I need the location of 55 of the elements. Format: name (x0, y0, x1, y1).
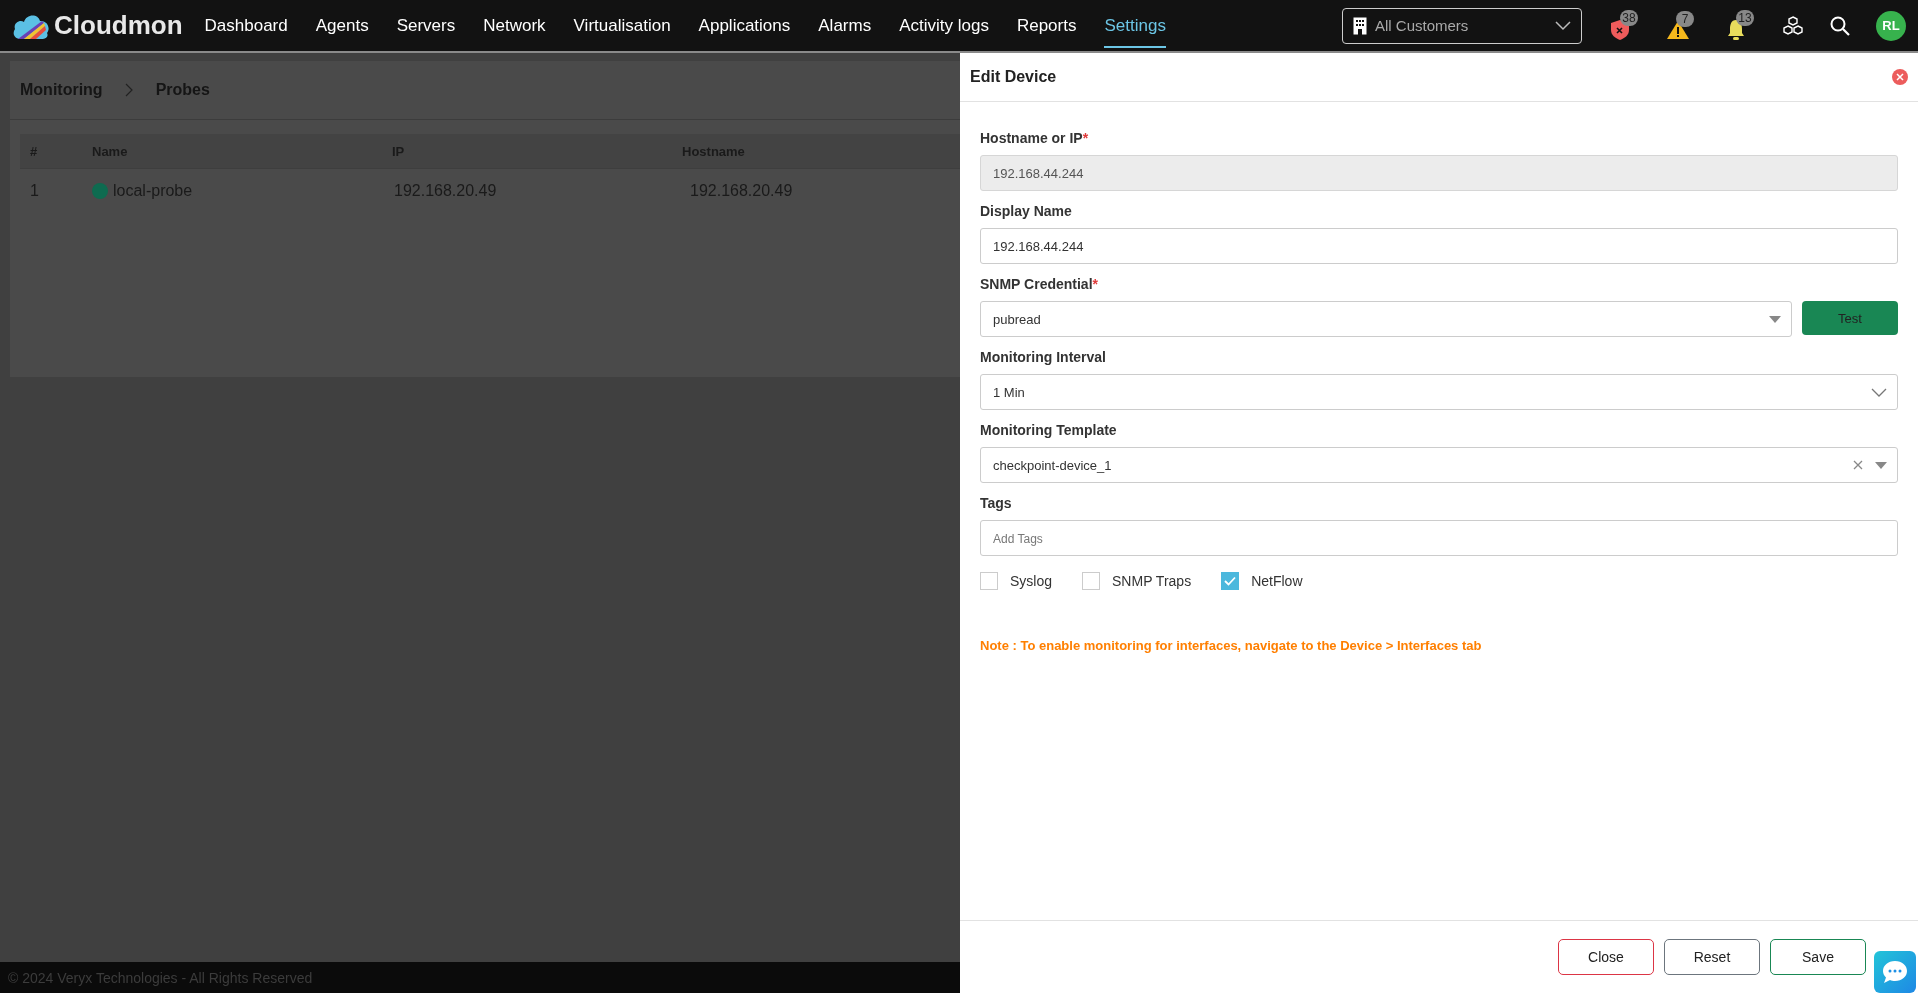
checkbox[interactable] (1221, 572, 1240, 590)
shield-alert-indicator[interactable]: 38 (1610, 10, 1640, 41)
text-field[interactable]: 192.168.44.244 (980, 228, 1898, 264)
select-field[interactable]: checkpoint-device_1 (980, 447, 1898, 483)
test-button[interactable]: Test (1802, 301, 1898, 335)
field-label: Monitoring Interval (980, 349, 1107, 365)
chevron-down-icon (1555, 20, 1571, 31)
customer-select[interactable]: All Customers (1342, 7, 1582, 44)
nav-tab[interactable]: Activity logs (899, 3, 989, 48)
nav-tab[interactable]: Virtualisation (573, 3, 671, 48)
chat-button[interactable] (1874, 951, 1916, 993)
cubes-icon[interactable] (1782, 15, 1804, 36)
checkbox[interactable] (980, 572, 998, 590)
checkbox-label: NetFlow (1251, 573, 1303, 589)
nav-tab[interactable]: Alarms (818, 3, 872, 48)
nav-tab[interactable]: Dashboard (204, 3, 288, 48)
field-label: SNMP Credential* (980, 276, 1099, 292)
nav-tab[interactable]: Network (483, 3, 546, 48)
brand-name: Cloudmon (54, 10, 183, 41)
note-text: Note : To enable monitoring for interfaces, navigate to the Device > Interfaces tab (980, 638, 1483, 653)
building-icon (1353, 16, 1367, 35)
panel-title: Edit Device (970, 68, 1057, 86)
field-label: Monitoring Template (980, 422, 1118, 438)
checkbox-label: Syslog (1010, 573, 1053, 589)
chevron-right-icon (124, 83, 134, 97)
nav-tab[interactable]: Settings (1104, 3, 1166, 48)
close-icon[interactable] (1892, 69, 1908, 85)
chat-bubble-icon (1881, 959, 1909, 985)
checkbox-label: SNMP Traps (1112, 573, 1192, 589)
save-button[interactable]: Save (1770, 939, 1866, 975)
field-label: Tags (980, 495, 1013, 511)
nav-tab[interactable]: Agents (315, 3, 369, 48)
checkmark-icon (1224, 576, 1237, 586)
warning-indicator[interactable]: 7 (1666, 11, 1700, 40)
search-icon[interactable] (1830, 15, 1850, 36)
chevron-down-icon (1871, 387, 1887, 397)
nav-tab[interactable]: Servers (396, 3, 456, 48)
select-field[interactable]: pubread (980, 301, 1792, 337)
count-badge: 7 (1676, 11, 1694, 27)
bell-indicator[interactable]: 13 (1726, 10, 1756, 41)
close-button[interactable]: Close (1558, 939, 1654, 975)
field-label: Display Name (980, 203, 1073, 219)
reset-button[interactable]: Reset (1664, 939, 1760, 975)
column-header: # (29, 143, 39, 159)
count-badge: 13 (1736, 10, 1754, 26)
nav-tab[interactable]: Applications (698, 3, 791, 48)
clear-icon[interactable] (1853, 460, 1863, 470)
dropdown-triangle-icon (1875, 461, 1887, 469)
text-field[interactable]: Add Tags (980, 520, 1898, 556)
nav-tab[interactable]: Reports (1016, 3, 1077, 48)
field-label: Hostname or IP* (980, 130, 1090, 146)
select-field[interactable]: 1 Min (980, 374, 1898, 410)
checkbox[interactable] (1082, 572, 1101, 590)
dropdown-triangle-icon (1769, 315, 1781, 323)
count-badge: 38 (1620, 10, 1638, 26)
